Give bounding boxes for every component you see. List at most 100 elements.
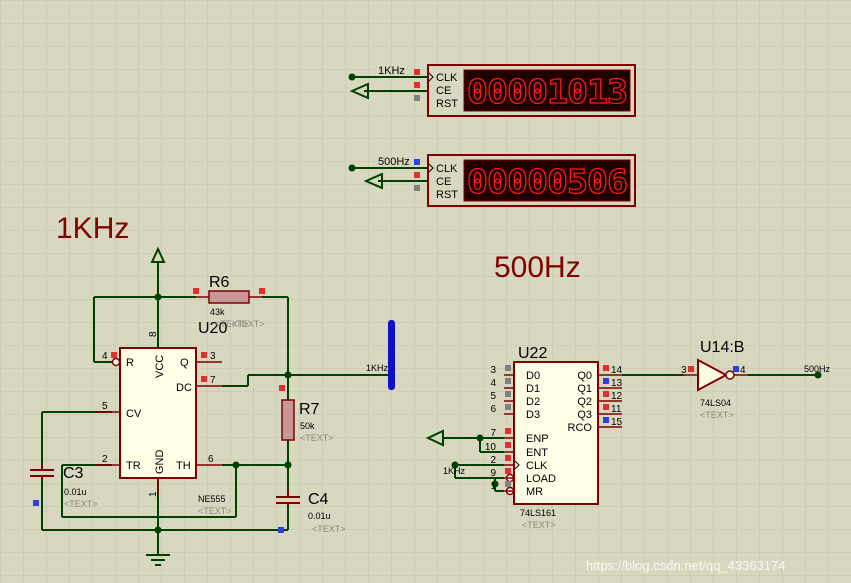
u22-pin-label-d3: D3 (526, 409, 540, 421)
u22-pin-label-mr: MR (526, 486, 543, 498)
c3-ref: C3 (63, 465, 84, 482)
heading-1khz: 1KHz (56, 212, 129, 245)
pin-state-indicator (603, 378, 609, 384)
r6-ref: R6 (209, 274, 230, 291)
pin-state-indicator (33, 500, 39, 506)
u20-pin-num-2: 2 (102, 454, 108, 465)
u20-pin-num-4: 4 (102, 351, 108, 362)
u22-pin-num-15: 15 (611, 417, 623, 428)
pin-state-indicator (505, 468, 511, 474)
u22-placeholder: <TEXT> (522, 520, 556, 530)
u20-pin-label-dc: DC (176, 382, 192, 394)
r6-value: 43k (210, 307, 225, 317)
pin-state-indicator (414, 69, 420, 75)
u22-pin-num-7: 7 (490, 428, 496, 439)
u22-pin-label-d1: D1 (526, 383, 540, 395)
r7-ref: R7 (299, 401, 320, 418)
r7-placeholder: <TEXT> (300, 433, 334, 443)
junction-dot (476, 434, 484, 442)
u22-pin-label-enp: ENP (526, 433, 549, 445)
u20-pin-label-gnd: GND (154, 450, 166, 475)
junction-dot (232, 461, 240, 469)
counter2-pin-clk: CLK (436, 163, 458, 175)
pin-state-indicator (193, 288, 199, 294)
pin-state-indicator (603, 391, 609, 397)
junction-dot (284, 371, 292, 379)
pin-state-indicator (603, 417, 609, 423)
u22-pin-label-q2: Q2 (577, 396, 592, 408)
u22-pin-label-d2: D2 (526, 396, 540, 408)
counter1-input-label: 1KHz (378, 65, 405, 77)
junction-dot (284, 461, 292, 469)
inverted-pin-bubble (111, 357, 121, 367)
u22-pin-label-rco: RCO (568, 422, 593, 434)
u22-pin-label-ent: ENT (526, 447, 548, 459)
u22-pin-num-14: 14 (611, 365, 623, 376)
c4-placeholder: <TEXT> (312, 524, 346, 534)
u20-pin-label-q: Q (180, 357, 189, 369)
r6-body (208, 290, 250, 304)
pin-state-indicator (505, 378, 511, 384)
pin-state-indicator (111, 352, 117, 358)
grid-background (0, 0, 851, 583)
r6-placeholder: <TEXT> (231, 319, 265, 329)
pin-state-indicator (414, 82, 420, 88)
u14-type: 74LS04 (700, 398, 731, 408)
pin-state-indicator (414, 185, 420, 191)
junction-dot (154, 293, 162, 301)
u20-pin-num-3: 3 (210, 351, 216, 362)
u14-output-label: 500Hz (804, 364, 831, 374)
u20-placeholder: <TEXT> (198, 506, 232, 516)
u22-pin-num-11: 11 (611, 404, 622, 415)
pin-state-indicator (505, 428, 511, 434)
pin-state-indicator (505, 442, 511, 448)
u22-pin-num-3: 3 (490, 365, 496, 376)
pin-state-indicator (505, 481, 511, 487)
u22-pin-num-1: 1 (490, 481, 496, 492)
u22-pin-num-12: 12 (611, 391, 623, 402)
counter2-input-label: 500Hz (378, 156, 410, 168)
pin-state-indicator (414, 172, 420, 178)
c3-placeholder: <TEXT> (64, 499, 98, 509)
u14-pin-in: 3 (681, 365, 687, 376)
u22-pin-label-q0: Q0 (577, 370, 592, 382)
u20-pin-label-cv: CV (126, 408, 142, 420)
u22-pin-num-9: 9 (490, 468, 496, 479)
u14-ref: U14:B (700, 339, 744, 356)
inverted-pin-bubble (725, 370, 735, 380)
pin-state-indicator (259, 288, 265, 294)
pin-state-indicator (505, 365, 511, 371)
pin-state-indicator (733, 366, 739, 372)
u22-pin-label-clk: CLK (526, 460, 548, 472)
pin-state-indicator (603, 404, 609, 410)
counter2-pin-rst: RST (436, 189, 458, 201)
u20-type: NE555 (198, 494, 226, 504)
pin-state-indicator (414, 159, 420, 165)
junction-dot (154, 526, 162, 534)
r7-value: 50k (300, 421, 315, 431)
u20-pin-num-1: 1 (148, 491, 159, 497)
junction-dot (348, 73, 356, 81)
schematic-canvas[interactable]: 1KHz 500Hz 1KHz CLK CE RST 00001013 500H… (0, 0, 851, 583)
pin-state-indicator (279, 385, 285, 391)
counter1-display: 00001013 (467, 72, 627, 111)
pin-state-indicator (505, 391, 511, 397)
u20-pin-num-6: 6 (208, 454, 214, 465)
logic-probe-bar[interactable] (388, 320, 395, 390)
u22-pin-num-13: 13 (611, 378, 623, 389)
u20-pin-num-5: 5 (102, 401, 108, 412)
pin-state-indicator (201, 352, 207, 358)
pin-state-indicator (201, 376, 207, 382)
u22-pin-num-10: 10 (485, 442, 497, 453)
u20-pin-label-r: R (126, 357, 134, 369)
watermark: https://blog.csdn.net/qq_43363174 (586, 558, 786, 573)
pin-state-indicator (505, 404, 511, 410)
pin-state-indicator (278, 527, 284, 533)
pin-state-indicator (414, 95, 420, 101)
u22-pin-num-5: 5 (490, 391, 496, 402)
u22-ref: U22 (518, 345, 547, 362)
pin-state-indicator (688, 366, 694, 372)
schematic-svg[interactable]: 1KHz 500Hz 1KHz CLK CE RST 00001013 500H… (0, 0, 851, 583)
u14-placeholder: <TEXT> (700, 410, 734, 420)
counter1-pin-clk: CLK (436, 72, 458, 84)
